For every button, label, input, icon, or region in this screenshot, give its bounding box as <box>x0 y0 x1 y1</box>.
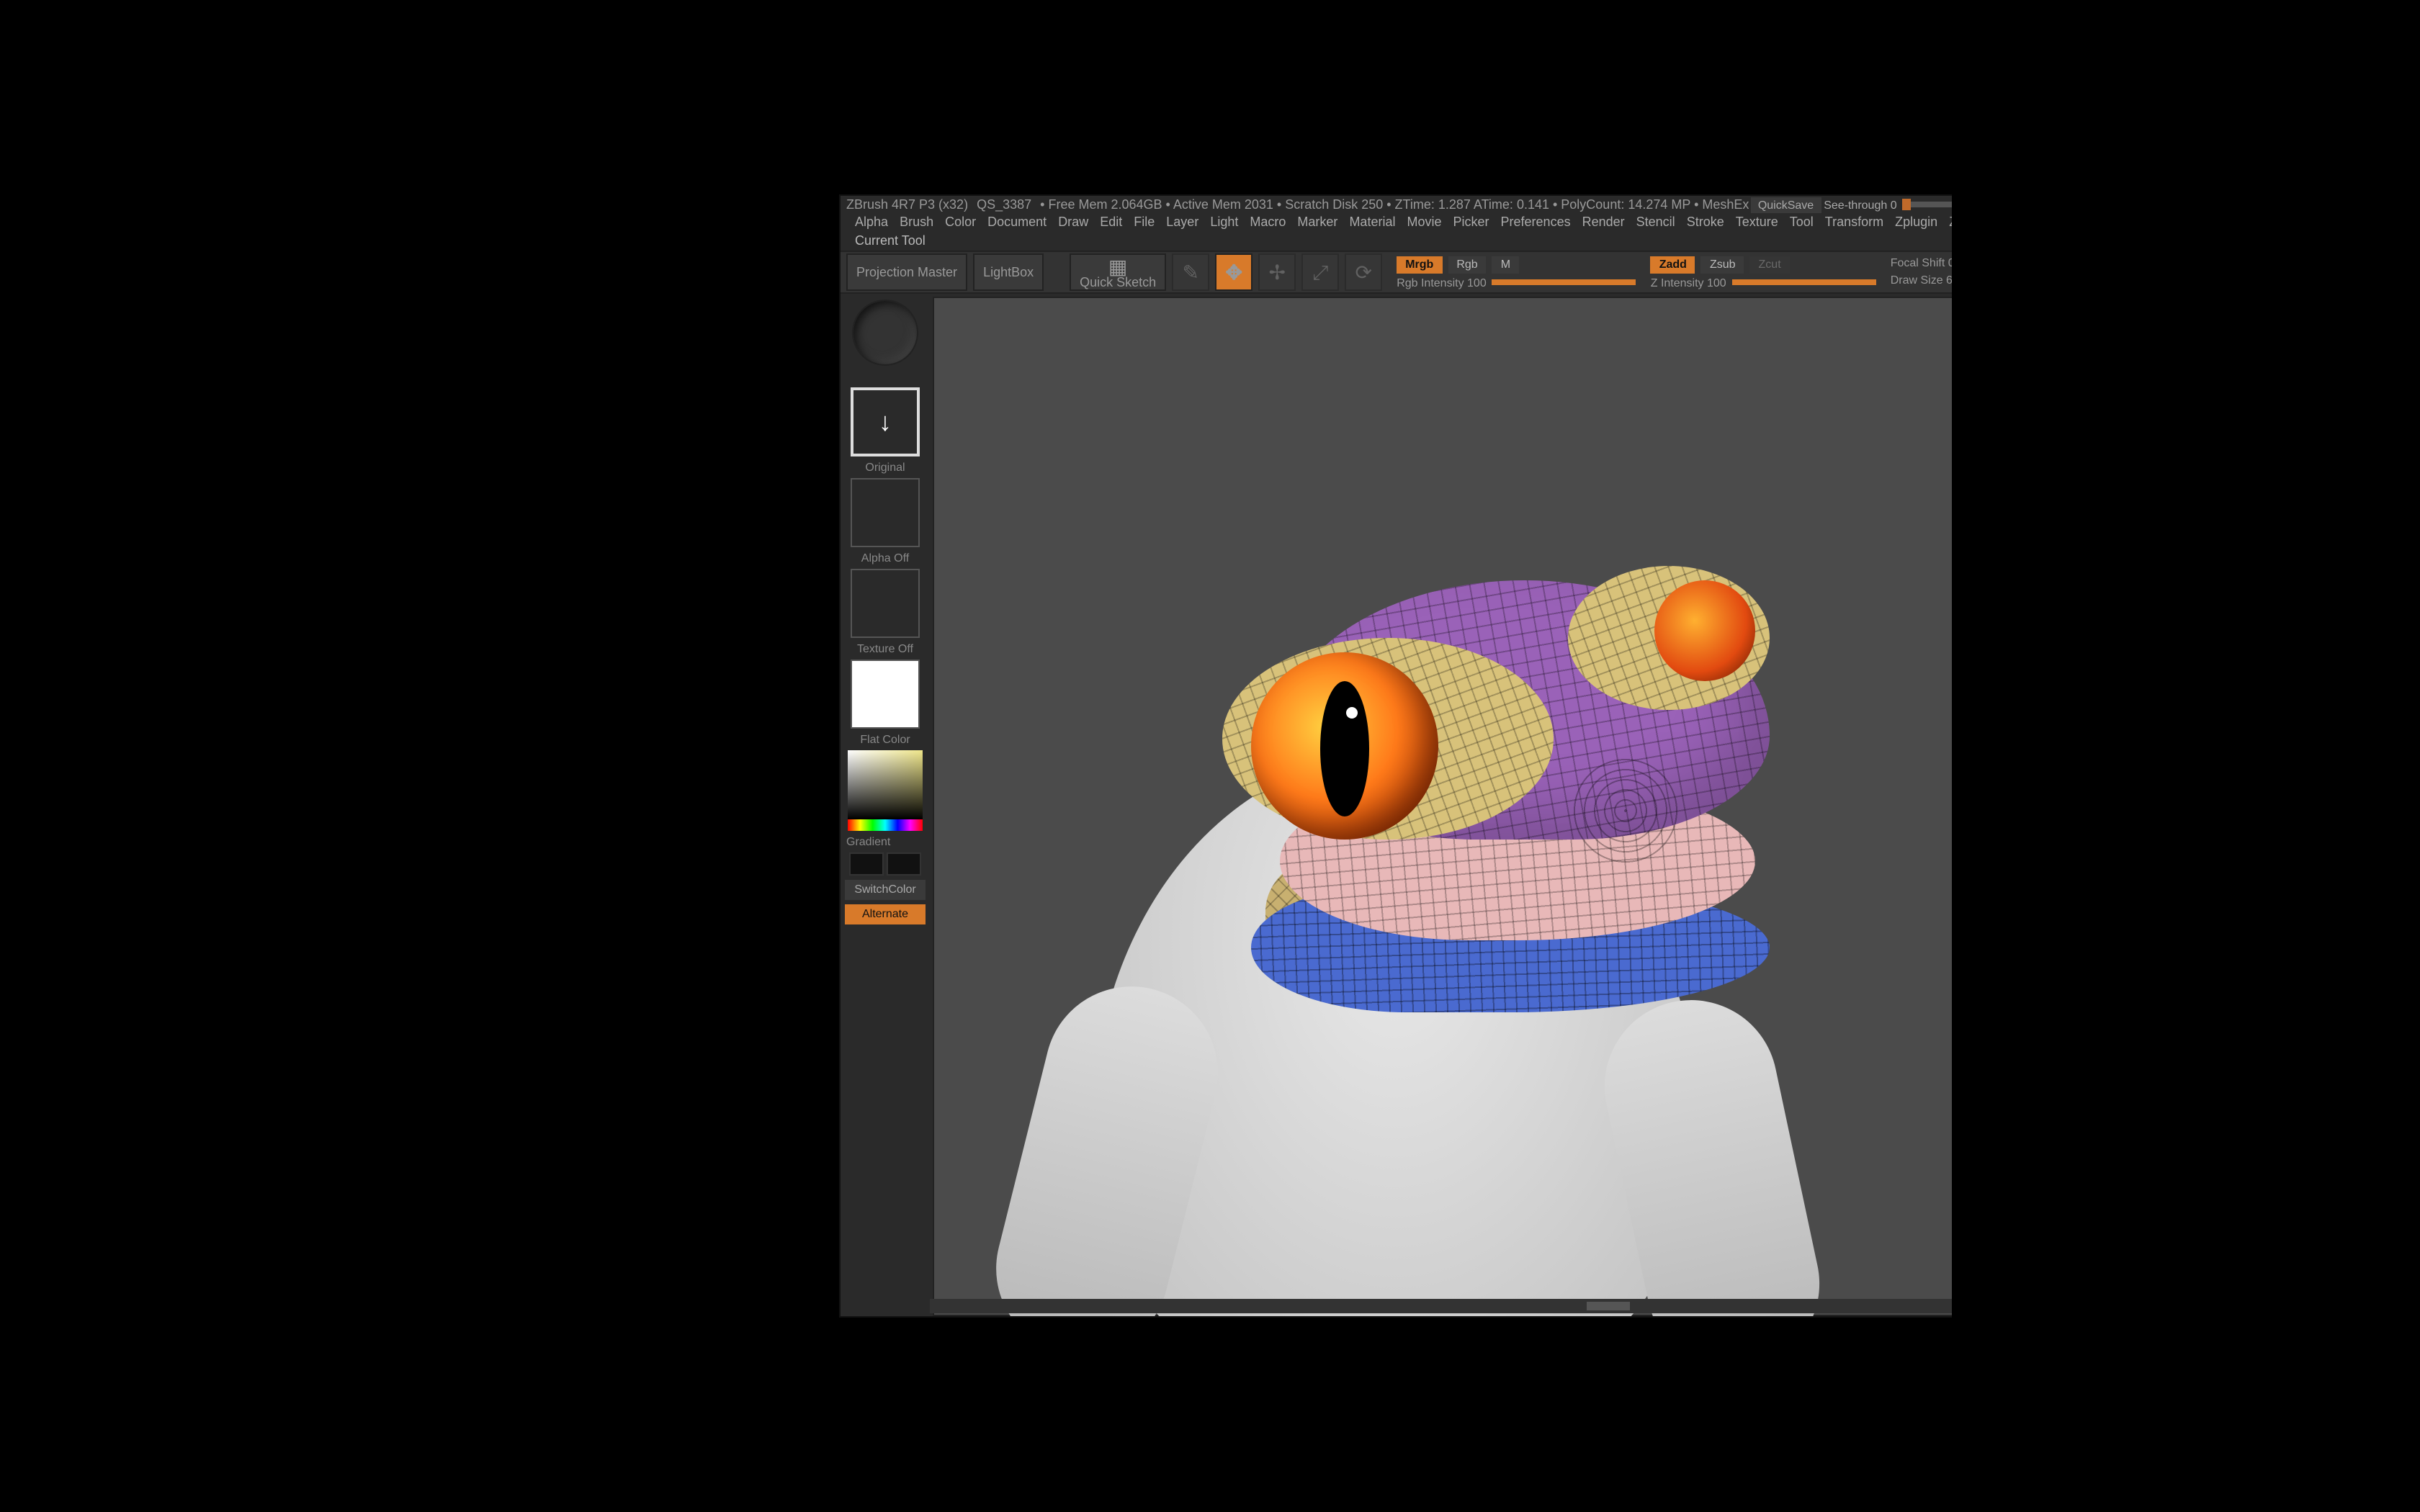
menu-brush[interactable]: Brush <box>900 215 933 229</box>
menu-tool[interactable]: Tool <box>1790 215 1814 229</box>
zsub-chip[interactable]: Zsub <box>1701 256 1744 273</box>
z-intensity-label: Z Intensity 100 <box>1651 276 1726 289</box>
alternate-button[interactable]: Alternate <box>845 904 926 924</box>
edit-button[interactable]: ✎ <box>1172 253 1209 291</box>
menu-texture[interactable]: Texture <box>1736 215 1778 229</box>
rgb-intensity-slider[interactable] <box>1492 279 1636 285</box>
quicksave-button[interactable]: QuickSave <box>1751 197 1821 212</box>
alpha-slot[interactable] <box>851 478 920 547</box>
menu-render[interactable]: Render <box>1582 215 1625 229</box>
menu-zplugin[interactable]: Zplugin <box>1895 215 1937 229</box>
rgb-intensity-label: Rgb Intensity 100 <box>1397 276 1487 289</box>
main-toolbar: Projection Master LightBox ▦Quick Sketch… <box>841 251 1952 294</box>
menu-marker[interactable]: Marker <box>1297 215 1337 229</box>
model-render <box>1006 422 1813 1315</box>
menu-macro[interactable]: Macro <box>1250 215 1286 229</box>
zadd-chip[interactable]: Zadd <box>1651 256 1695 273</box>
stroke-slot[interactable]: ↓ <box>851 387 920 456</box>
texture-slot[interactable] <box>851 569 920 638</box>
draw-size-label: Draw Size 64 <box>1891 274 1952 287</box>
quick-sketch-button[interactable]: ▦Quick Sketch <box>1070 253 1166 291</box>
seethrough-slider[interactable] <box>1903 202 1952 207</box>
menu-transform[interactable]: Transform <box>1825 215 1883 229</box>
menu-edit[interactable]: Edit <box>1100 215 1122 229</box>
menu-movie[interactable]: Movie <box>1407 215 1441 229</box>
menu-draw[interactable]: Draw <box>1058 215 1088 229</box>
menu-file[interactable]: File <box>1134 215 1155 229</box>
alpha-label: Alpha Off <box>861 552 909 564</box>
rotate-button[interactable]: ⟳ <box>1345 253 1382 291</box>
projection-master-button[interactable]: Projection Master <box>846 253 967 291</box>
app-name: ZBrush 4R7 P3 (x32) <box>846 197 968 212</box>
texture-label: Texture Off <box>857 642 913 655</box>
title-bar: ZBrush 4R7 P3 (x32) QS_3387 • Free Mem 2… <box>841 196 1952 213</box>
rgb-chip[interactable]: Rgb <box>1448 256 1486 273</box>
left-tray: ↓ Original Alpha Off Texture Off Flat Co… <box>841 294 930 1318</box>
stroke-label: Original <box>865 461 905 474</box>
flatcolor-label: Flat Color <box>860 733 910 746</box>
menu-stencil[interactable]: Stencil <box>1636 215 1675 229</box>
material-sphere[interactable] <box>852 300 918 366</box>
mrgb-chip[interactable]: Mrgb <box>1397 256 1442 273</box>
menu-light[interactable]: Light <box>1210 215 1238 229</box>
hue-bar[interactable] <box>848 819 923 831</box>
menu-preferences[interactable]: Preferences <box>1501 215 1571 229</box>
zcut-chip[interactable]: Zcut <box>1750 256 1790 273</box>
switchcolor-button[interactable]: SwitchColor <box>845 880 926 900</box>
current-tool-label: Current Tool <box>841 230 1952 251</box>
lightbox-button[interactable]: LightBox <box>973 253 1044 291</box>
z-intensity-slider[interactable] <box>1732 279 1876 285</box>
menu-material[interactable]: Material <box>1349 215 1395 229</box>
menu-color[interactable]: Color <box>945 215 976 229</box>
menu-alpha[interactable]: Alpha <box>855 215 888 229</box>
draw-button[interactable]: ✥ <box>1215 253 1252 291</box>
gradient-b[interactable] <box>887 852 921 876</box>
doc-name: QS_3387 <box>977 197 1031 212</box>
scale-button[interactable]: ⤢ <box>1301 253 1339 291</box>
memory-stats: • Free Mem 2.064GB • Active Mem 2031 • S… <box>1040 197 1749 212</box>
flatcolor-slot[interactable] <box>851 660 920 729</box>
move-button[interactable]: ✢ <box>1258 253 1296 291</box>
menu-bar: Alpha Brush Color Document Draw Edit Fil… <box>841 213 1952 230</box>
seethrough-label: See-through 0 <box>1824 198 1896 211</box>
menu-document[interactable]: Document <box>987 215 1047 229</box>
menu-layer[interactable]: Layer <box>1166 215 1198 229</box>
m-chip[interactable]: M <box>1492 256 1519 273</box>
menu-zscript[interactable]: Zscript <box>1949 215 1952 229</box>
gradient-a[interactable] <box>849 852 884 876</box>
menu-picker[interactable]: Picker <box>1453 215 1489 229</box>
focal-shift-label: Focal Shift 0 <box>1891 256 1952 269</box>
viewport[interactable] <box>933 297 1952 1316</box>
menu-stroke[interactable]: Stroke <box>1687 215 1724 229</box>
color-picker[interactable] <box>848 750 923 819</box>
bottom-scrollbar[interactable] <box>930 1299 1952 1313</box>
gradient-label: Gradient <box>841 835 890 848</box>
